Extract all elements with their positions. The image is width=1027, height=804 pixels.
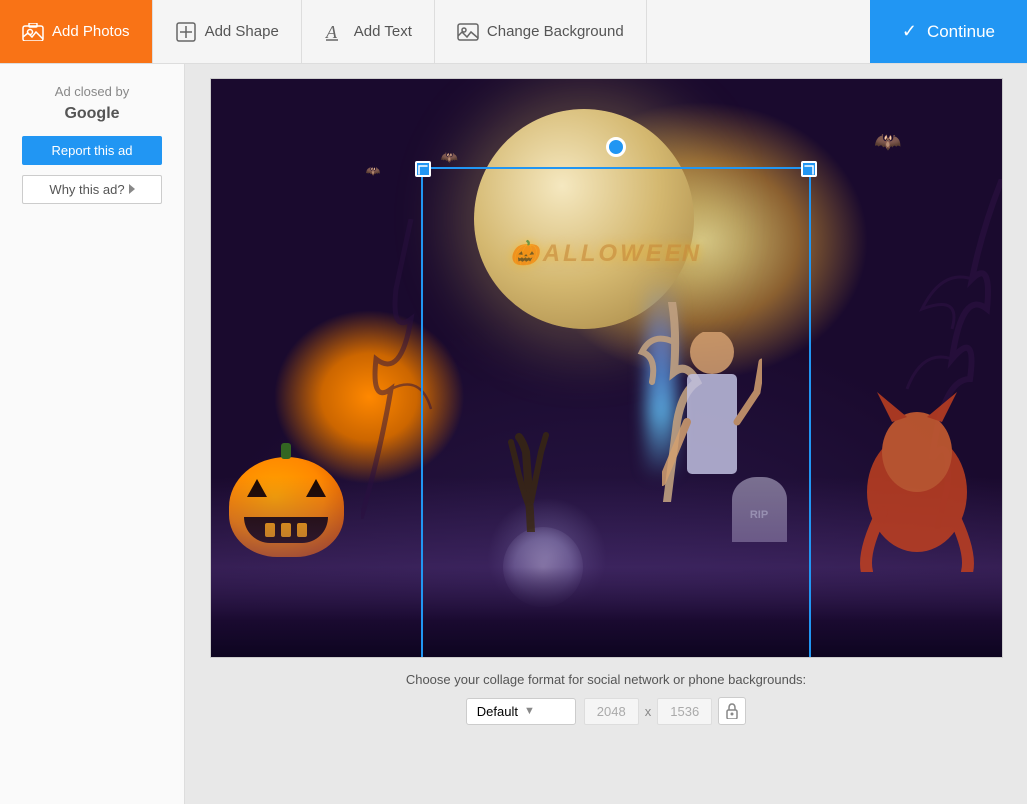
add-shape-button[interactable]: Add Shape [153,0,302,63]
change-background-label: Change Background [487,23,624,40]
report-ad-label: Report this ad [52,143,133,158]
bat-icon-2: 🦇 [441,149,458,166]
format-bar: Choose your collage format for social ne… [199,658,1013,725]
ad-closed-company: Google [55,102,129,126]
canvas-area: 🦇 🦇 🦇 🎃ALLOWEEN [185,64,1027,804]
format-dropdown[interactable]: Default ▼ [466,698,576,725]
arrow-right-icon [129,184,135,194]
svg-text:A: A [325,22,338,42]
change-background-button[interactable]: Change Background [435,0,647,63]
report-ad-button[interactable]: Report this ad [22,136,162,165]
width-input[interactable] [584,698,639,725]
add-text-button[interactable]: A Add Text [302,0,435,63]
height-input[interactable] [657,698,712,725]
continue-button[interactable]: ✓ Continue [870,0,1027,63]
add-photos-label: Add Photos [52,23,130,40]
add-photos-icon [22,21,44,43]
halloween-text: 🎃ALLOWEEN [510,239,702,268]
why-ad-button[interactable]: Why this ad? [22,175,162,204]
sidebar: Ad closed by Google Report this ad Why t… [0,64,185,804]
continue-label: Continue [927,22,995,42]
bat-icon-3: 🦇 [366,164,381,178]
x-label: x [645,704,652,719]
add-shape-label: Add Shape [205,23,279,40]
ad-closed-text: Ad closed by Google [55,82,129,126]
format-controls: Default ▼ x [466,697,747,725]
format-dimensions: x [584,697,747,725]
add-photos-button[interactable]: Add Photos [0,0,153,63]
format-default-label: Default [477,704,518,719]
add-shape-icon [175,21,197,43]
why-ad-label: Why this ad? [49,182,124,197]
ground-layer [211,567,1002,657]
format-label: Choose your collage format for social ne… [406,672,806,687]
fox-figure [852,392,982,577]
add-text-label: Add Text [354,23,412,40]
bat-icon: 🦇 [874,129,901,155]
lock-button[interactable] [718,697,746,725]
zombie-hand [501,432,561,537]
toolbar: Add Photos Add Shape A Add Text C [0,0,1027,64]
image-canvas[interactable]: 🦇 🦇 🦇 🎃ALLOWEEN [210,78,1003,658]
add-text-icon: A [324,21,346,43]
pumpkin-stem [281,443,291,459]
main-area: Ad closed by Google Report this ad Why t… [0,64,1027,804]
ad-closed-line1: Ad closed by [55,84,129,99]
dropdown-arrow-icon: ▼ [524,705,535,717]
change-bg-icon [457,21,479,43]
girl-figure [662,332,762,557]
tree-left [361,219,501,519]
checkmark-icon: ✓ [902,21,917,42]
